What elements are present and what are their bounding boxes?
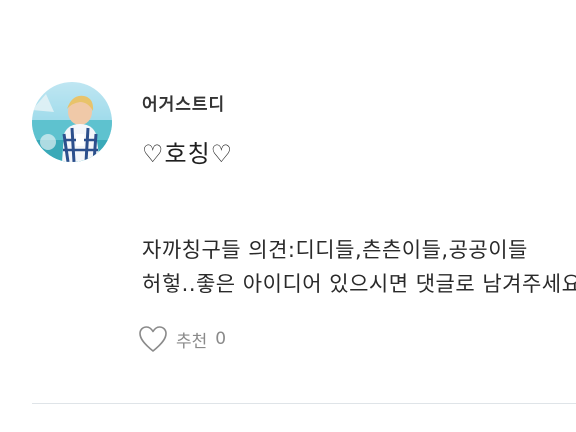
avatar-photo — [32, 82, 112, 162]
divider — [32, 403, 576, 404]
like-button[interactable]: 추천 0 — [138, 322, 226, 356]
comment-body-line: 허헣..좋은 아이디어 있으시면 댓글로 남겨주세요! — [142, 272, 576, 296]
avatar[interactable] — [32, 82, 112, 162]
comment-card: 어거스트디 ♡호칭♡ 자까칭구들 의견:디디들,츤츤이들,공공이들 허헣..좋은… — [0, 0, 576, 432]
author-name[interactable]: 어거스트디 — [142, 90, 225, 115]
heart-outline-icon — [138, 325, 168, 353]
like-count: 0 — [215, 329, 227, 349]
like-label: 추천 — [176, 331, 208, 352]
comment-title: ♡호칭♡ — [142, 140, 234, 168]
comment-body-line: 자까칭구들 의견:디디들,츤츤이들,공공이들 — [142, 238, 528, 262]
